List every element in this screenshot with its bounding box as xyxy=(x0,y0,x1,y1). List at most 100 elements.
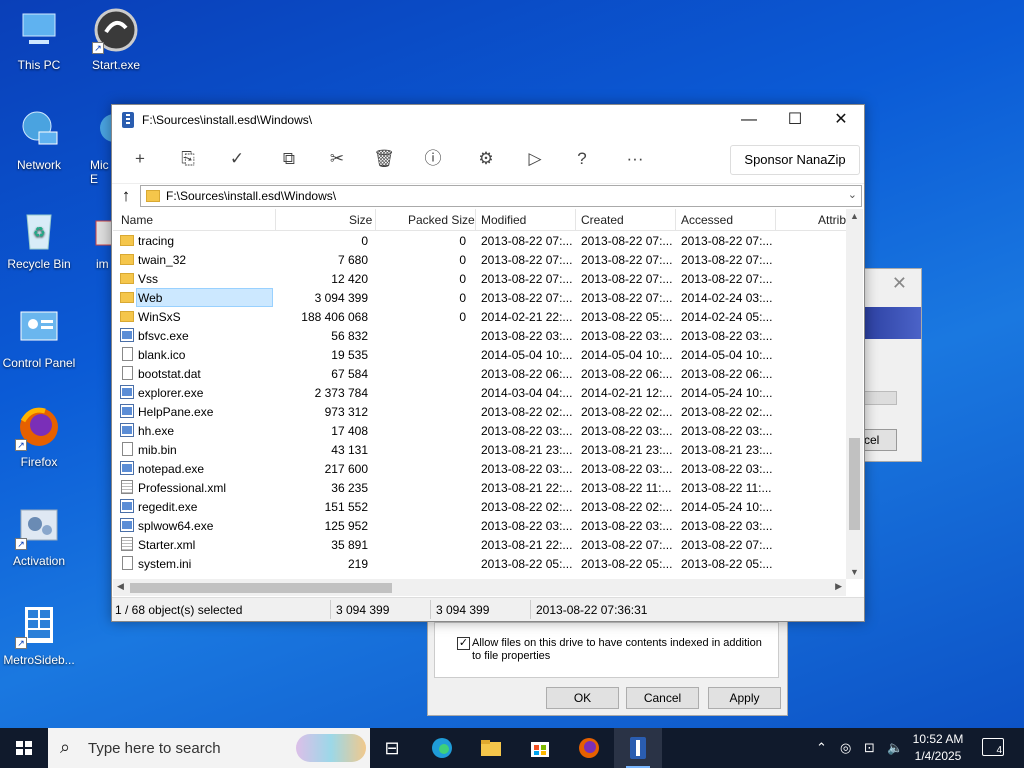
cell-accessed: 2013-08-22 03:... xyxy=(681,519,773,533)
cell-accessed: 2014-02-24 05:... xyxy=(681,310,773,324)
scroll-up-icon[interactable]: ▲ xyxy=(846,211,863,221)
desktop-icon-network[interactable]: Network xyxy=(1,106,77,172)
extract-icon[interactable]: ⎘ xyxy=(174,145,202,173)
delete-icon[interactable]: 🗑 xyxy=(370,145,398,173)
table-row[interactable]: tracing 0 0 2013-08-22 07:... 2013-08-22… xyxy=(113,231,848,250)
table-row[interactable]: Web 3 094 399 0 2013-08-22 07:... 2013-0… xyxy=(113,288,848,307)
test-icon[interactable]: ✓ xyxy=(223,145,251,173)
desktop-icon-partial[interactable]: im xyxy=(78,205,111,271)
table-row[interactable]: HelpPane.exe 973 312 2013-08-22 02:... 2… xyxy=(113,402,848,421)
desktop-icon-partial[interactable]: Mic E xyxy=(78,106,111,186)
file-list[interactable]: Name Size Packed Size Modified Created A… xyxy=(113,209,848,579)
help-icon[interactable]: ? xyxy=(568,145,596,173)
sponsor-button[interactable]: Sponsor NanaZip xyxy=(730,145,860,175)
cell-modified: 2013-08-22 07:... xyxy=(481,272,573,286)
desktop-icon-this-pc[interactable]: This PC xyxy=(1,6,77,72)
table-row[interactable]: system.ini 219 2013-08-22 05:... 2013-08… xyxy=(113,554,848,573)
column-header-name[interactable]: Name xyxy=(121,213,153,227)
index-checkbox[interactable]: ✓ xyxy=(457,637,470,650)
table-row[interactable]: Starter.xml 35 891 2013-08-21 22:... 201… xyxy=(113,535,848,554)
more-icon[interactable]: ··· xyxy=(621,145,649,173)
table-row[interactable]: blank.ico 19 535 2014-05-04 10:... 2014-… xyxy=(113,345,848,364)
scroll-left-icon[interactable]: ◀ xyxy=(117,581,124,592)
table-row[interactable]: twain_32 7 680 0 2013-08-22 07:... 2013-… xyxy=(113,250,848,269)
exe-file-icon xyxy=(120,423,134,437)
title-bar[interactable]: F:\Sources\install.esd\Windows\ — ☐ ✕ xyxy=(112,105,864,135)
column-header-packed-size[interactable]: Packed Size xyxy=(408,213,475,227)
apply-button[interactable]: Apply xyxy=(708,687,781,709)
ok-button[interactable]: OK xyxy=(546,687,619,709)
table-row[interactable]: WinSxS 188 406 068 0 2014-02-21 22:... 2… xyxy=(113,307,848,326)
settings-icon[interactable]: ⚙ xyxy=(472,145,500,173)
notification-icon[interactable]: 4 xyxy=(982,738,1004,756)
search-box[interactable]: ⌕ Type here to search xyxy=(48,728,370,768)
table-row[interactable]: hh.exe 17 408 2013-08-22 03:... 2013-08-… xyxy=(113,421,848,440)
vertical-scrollbar[interactable]: ▲ ▼ xyxy=(846,209,863,579)
cell-modified: 2013-08-22 02:... xyxy=(481,405,573,419)
desktop-icon-label: im xyxy=(96,257,109,271)
folder-icon xyxy=(120,273,134,284)
cell-name: twain_32 xyxy=(138,253,187,267)
table-row[interactable]: splwow64.exe 125 952 2013-08-22 03:... 2… xyxy=(113,516,848,535)
address-path: F:\Sources\install.esd\Windows\ xyxy=(166,189,337,203)
svg-text:♻: ♻ xyxy=(33,224,46,240)
desktop-icon-label: Network xyxy=(16,158,61,172)
scroll-right-icon[interactable]: ▶ xyxy=(835,581,842,592)
column-header-accessed[interactable]: Accessed xyxy=(681,213,733,227)
scroll-thumb[interactable] xyxy=(849,438,860,530)
scroll-down-icon[interactable]: ▼ xyxy=(846,567,863,577)
file-explorer-icon[interactable] xyxy=(467,728,515,768)
nanazip-icon[interactable] xyxy=(614,728,662,768)
table-row[interactable]: bfsvc.exe 56 832 2013-08-22 03:... 2013-… xyxy=(113,326,848,345)
minimize-button[interactable]: — xyxy=(726,105,772,135)
table-row[interactable]: Vss 12 420 0 2013-08-22 07:... 2013-08-2… xyxy=(113,269,848,288)
taskbar: ⌕ Type here to search ⊟ ⌃ ◎ ⊡ 🔈 10:52 AM… xyxy=(0,728,1024,768)
chevron-down-icon[interactable]: ⌄ xyxy=(848,188,857,201)
table-row[interactable]: notepad.exe 217 600 2013-08-22 03:... 20… xyxy=(113,459,848,478)
maximize-button[interactable]: ☐ xyxy=(772,105,818,135)
add-icon[interactable]: + xyxy=(126,145,154,173)
table-row[interactable]: bootstat.dat 67 584 2013-08-22 06:... 20… xyxy=(113,364,848,383)
table-row[interactable]: Professional.xml 36 235 2013-08-21 22:..… xyxy=(113,478,848,497)
notification-count: 4 xyxy=(996,745,1002,756)
horizontal-scrollbar[interactable]: ◀ ▶ xyxy=(113,579,846,596)
start-button[interactable] xyxy=(0,728,48,768)
copy-icon[interactable]: ⧉ xyxy=(275,145,303,173)
desktop-icon-firefox[interactable]: ↗ Firefox xyxy=(1,403,77,469)
column-header-created[interactable]: Created xyxy=(581,213,624,227)
cell-accessed: 2013-08-22 03:... xyxy=(681,329,773,343)
edge-icon[interactable] xyxy=(418,728,466,768)
info-icon[interactable]: ⓘ xyxy=(419,145,447,173)
run-icon[interactable]: ▷ xyxy=(521,145,549,173)
task-view-icon[interactable]: ⊟ xyxy=(368,728,416,768)
desktop-icon-activation[interactable]: ↗ Activation xyxy=(1,502,77,568)
table-row[interactable]: mib.bin 43 131 2013-08-21 23:... 2013-08… xyxy=(113,440,848,459)
firefox-icon[interactable] xyxy=(565,728,613,768)
address-bar[interactable]: F:\Sources\install.esd\Windows\ ⌄ xyxy=(140,185,862,207)
desktop-icon-recycle-bin[interactable]: ♻ Recycle Bin xyxy=(1,205,77,271)
desktop-icon-metro-sidebar[interactable]: ↗ MetroSideb... xyxy=(1,601,77,667)
cancel-button[interactable]: Cancel xyxy=(626,687,699,709)
cancel-button[interactable]: cel xyxy=(861,429,897,451)
up-arrow-icon[interactable]: ↑ xyxy=(114,184,138,208)
meet-now-icon[interactable]: ◎ xyxy=(840,740,851,756)
cut-icon[interactable]: ✂ xyxy=(323,145,351,173)
volume-muted-icon[interactable]: 🔈 xyxy=(887,740,903,756)
network-tray-icon[interactable]: ⊡ xyxy=(864,740,875,756)
table-row[interactable]: explorer.exe 2 373 784 2014-03-04 04:...… xyxy=(113,383,848,402)
cell-accessed: 2014-02-24 03:... xyxy=(681,291,773,305)
clock[interactable]: 10:52 AM 1/4/2025 xyxy=(908,731,968,765)
chevron-up-icon[interactable]: ⌃ xyxy=(816,740,827,756)
close-icon[interactable]: ✕ xyxy=(892,273,907,294)
store-icon[interactable] xyxy=(516,728,564,768)
close-button[interactable]: ✕ xyxy=(818,105,864,135)
desktop-icon-start-exe[interactable]: ↗ Start.exe xyxy=(78,6,154,72)
column-header-modified[interactable]: Modified xyxy=(481,213,526,227)
column-header-attrib[interactable]: Attrib xyxy=(818,213,846,227)
desktop-icon-label: MetroSideb... xyxy=(3,653,75,667)
column-header-size[interactable]: Size xyxy=(349,213,372,227)
scroll-thumb[interactable] xyxy=(130,583,392,593)
cell-accessed: 2014-05-24 10:... xyxy=(681,500,773,514)
desktop-icon-control-panel[interactable]: Control Panel xyxy=(1,304,77,370)
table-row[interactable]: regedit.exe 151 552 2013-08-22 02:... 20… xyxy=(113,497,848,516)
